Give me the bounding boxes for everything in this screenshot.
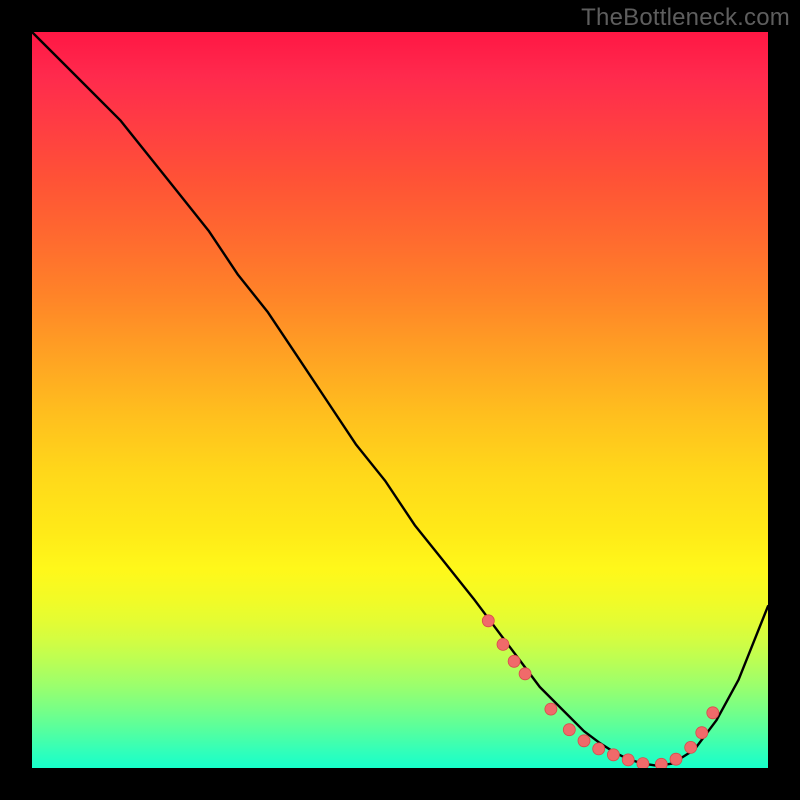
marker-point bbox=[545, 703, 557, 715]
marker-point bbox=[508, 655, 520, 667]
marker-point bbox=[607, 749, 619, 761]
marker-point bbox=[670, 753, 682, 765]
marker-point bbox=[497, 638, 509, 650]
marker-group bbox=[482, 615, 719, 768]
marker-point bbox=[622, 754, 634, 766]
watermark-text: TheBottleneck.com bbox=[581, 4, 790, 32]
marker-point bbox=[685, 741, 697, 753]
marker-point bbox=[563, 724, 575, 736]
marker-point bbox=[707, 707, 719, 719]
chart-frame: TheBottleneck.com bbox=[0, 0, 800, 800]
marker-point bbox=[519, 668, 531, 680]
bottleneck-curve bbox=[32, 32, 768, 766]
curve-layer bbox=[32, 32, 768, 768]
marker-point bbox=[578, 735, 590, 747]
marker-point bbox=[696, 727, 708, 739]
marker-point bbox=[637, 758, 649, 768]
marker-point bbox=[655, 758, 667, 768]
marker-point bbox=[593, 743, 605, 755]
marker-point bbox=[482, 615, 494, 627]
plot-area bbox=[32, 32, 768, 768]
